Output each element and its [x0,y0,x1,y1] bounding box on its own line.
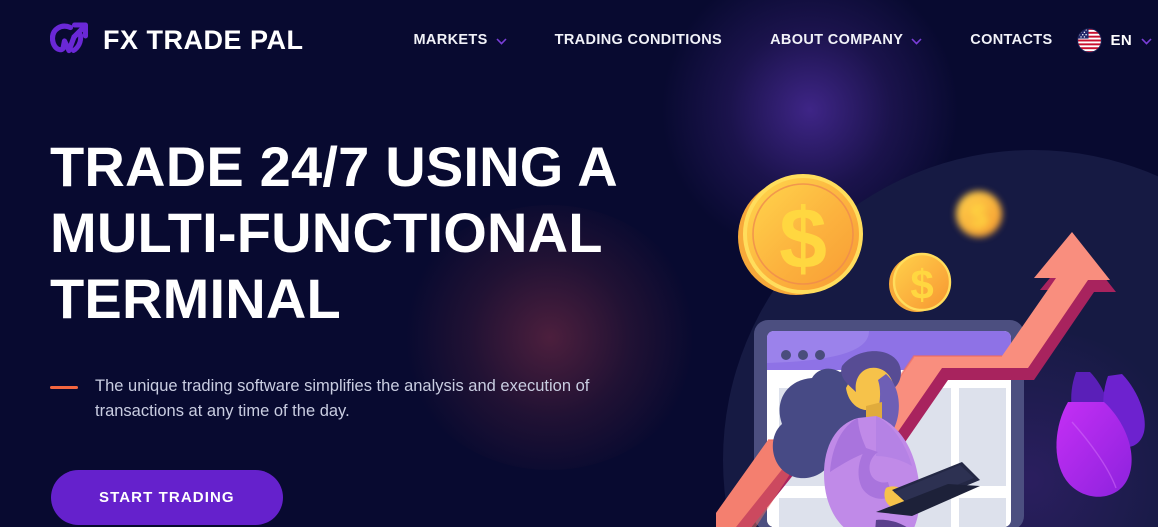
svg-text:$: $ [910,261,933,308]
main-navigation: MARKETS TRADING CONDITIONS ABOUT COMPANY… [390,32,1077,48]
us-flag-icon [1076,27,1102,53]
nav-item-contacts[interactable]: CONTACTS [946,32,1076,48]
nav-item-label: MARKETS [413,32,488,48]
chart-arrow-up-icon [50,22,88,54]
brand-name: FX TRADE PAL [103,24,304,55]
header-right-group: EN LOGIN [1076,26,1158,54]
start-trading-button[interactable]: START TRADING [51,470,283,525]
svg-text:$: $ [970,198,988,234]
nav-item-markets[interactable]: MARKETS [390,32,531,48]
browser-dot [798,350,808,360]
hero-subtitle: The unique trading software simplifies t… [95,377,590,420]
chevron-down-icon [496,37,507,45]
hero-page: $ $ $ FX TRADE PAL MARKETS TRADING CONDI… [0,0,1158,527]
brand-logo[interactable]: FX TRADE PAL [50,21,304,59]
chevron-down-icon [911,37,922,45]
svg-text:$: $ [779,191,827,287]
coin-medium: $ [888,250,952,314]
coin-small-blurred: $ [955,190,1003,238]
hero-content: TRADE 24/7 USING A MULTI-FUNCTIONAL TERM… [50,134,675,525]
chevron-down-icon [1141,37,1152,45]
site-header: FX TRADE PAL MARKETS TRADING CONDITIONS … [0,0,1158,80]
language-code: EN [1110,31,1133,49]
leaf-decoration [1056,372,1145,497]
accent-dash-icon [50,386,78,389]
nav-item-trading-conditions[interactable]: TRADING CONDITIONS [531,32,746,48]
language-switcher[interactable]: EN [1076,27,1158,53]
hero-subtitle-block: The unique trading software simplifies t… [50,374,675,424]
nav-item-label: CONTACTS [970,32,1053,48]
coin-large: $ [736,170,866,300]
page-title: TRADE 24/7 USING A MULTI-FUNCTIONAL TERM… [50,135,616,330]
browser-dot [815,350,825,360]
nav-item-label: ABOUT COMPANY [770,32,904,48]
nav-item-about-company[interactable]: ABOUT COMPANY [746,32,946,48]
nav-item-label: TRADING CONDITIONS [554,32,723,48]
browser-dot [781,350,791,360]
